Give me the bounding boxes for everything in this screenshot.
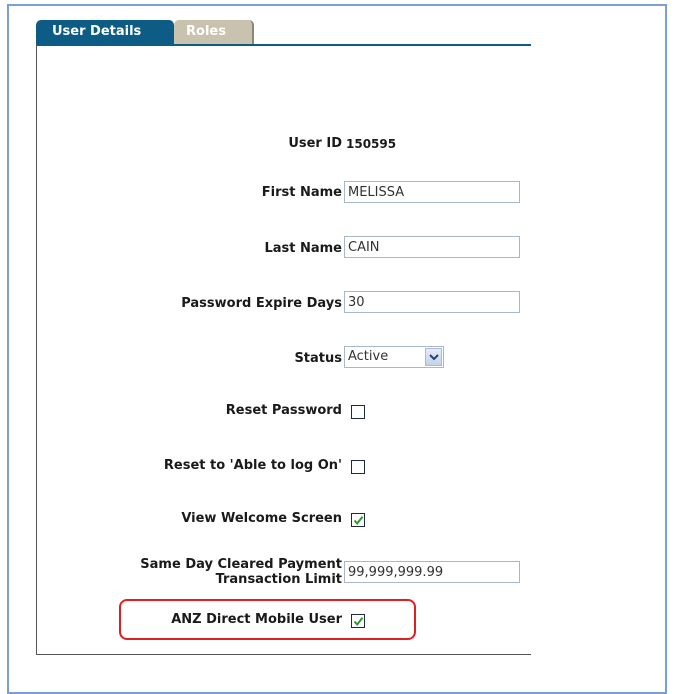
user-id-value: 150595 bbox=[346, 137, 397, 151]
checkmark-icon bbox=[353, 516, 364, 526]
same-day-limit-label-line2: Transaction Limit bbox=[215, 572, 342, 587]
window-frame bbox=[7, 4, 667, 694]
status-selected-value: Active bbox=[348, 349, 389, 364]
reset-able-to-log-on-label: Reset to 'Able to log On' bbox=[163, 458, 342, 473]
tab-roles[interactable]: Roles bbox=[174, 20, 254, 44]
chevron-down-icon[interactable] bbox=[425, 348, 442, 366]
first-name-label: First Name bbox=[261, 185, 342, 200]
same-day-limit-label: Same Day Cleared Payment Transaction Lim… bbox=[140, 557, 342, 587]
view-welcome-screen-checkbox[interactable] bbox=[351, 513, 365, 527]
anz-direct-mobile-user-checkbox[interactable] bbox=[351, 614, 365, 628]
view-welcome-screen-label: View Welcome Screen bbox=[181, 511, 342, 526]
panel-left-border bbox=[36, 44, 37, 654]
panel-bottom-border bbox=[36, 654, 531, 655]
last-name-field[interactable] bbox=[344, 236, 520, 258]
password-expire-days-label: Password Expire Days bbox=[181, 296, 342, 311]
reset-password-checkbox[interactable] bbox=[351, 405, 365, 419]
reset-able-to-log-on-checkbox[interactable] bbox=[351, 460, 365, 474]
user-id-label: User ID bbox=[288, 136, 342, 151]
status-label: Status bbox=[294, 351, 342, 366]
tab-underline bbox=[36, 44, 531, 46]
reset-password-label: Reset Password bbox=[225, 403, 342, 418]
last-name-label: Last Name bbox=[264, 241, 342, 256]
password-expire-days-field[interactable] bbox=[344, 291, 520, 313]
anz-direct-mobile-user-label: ANZ Direct Mobile User bbox=[171, 612, 342, 627]
same-day-limit-field[interactable] bbox=[344, 561, 520, 583]
first-name-field[interactable] bbox=[344, 181, 520, 203]
checkmark-icon bbox=[353, 617, 364, 627]
same-day-limit-label-line1: Same Day Cleared Payment bbox=[140, 557, 342, 572]
tab-user-details[interactable]: User Details bbox=[36, 20, 174, 44]
status-select[interactable]: Active bbox=[344, 346, 444, 368]
